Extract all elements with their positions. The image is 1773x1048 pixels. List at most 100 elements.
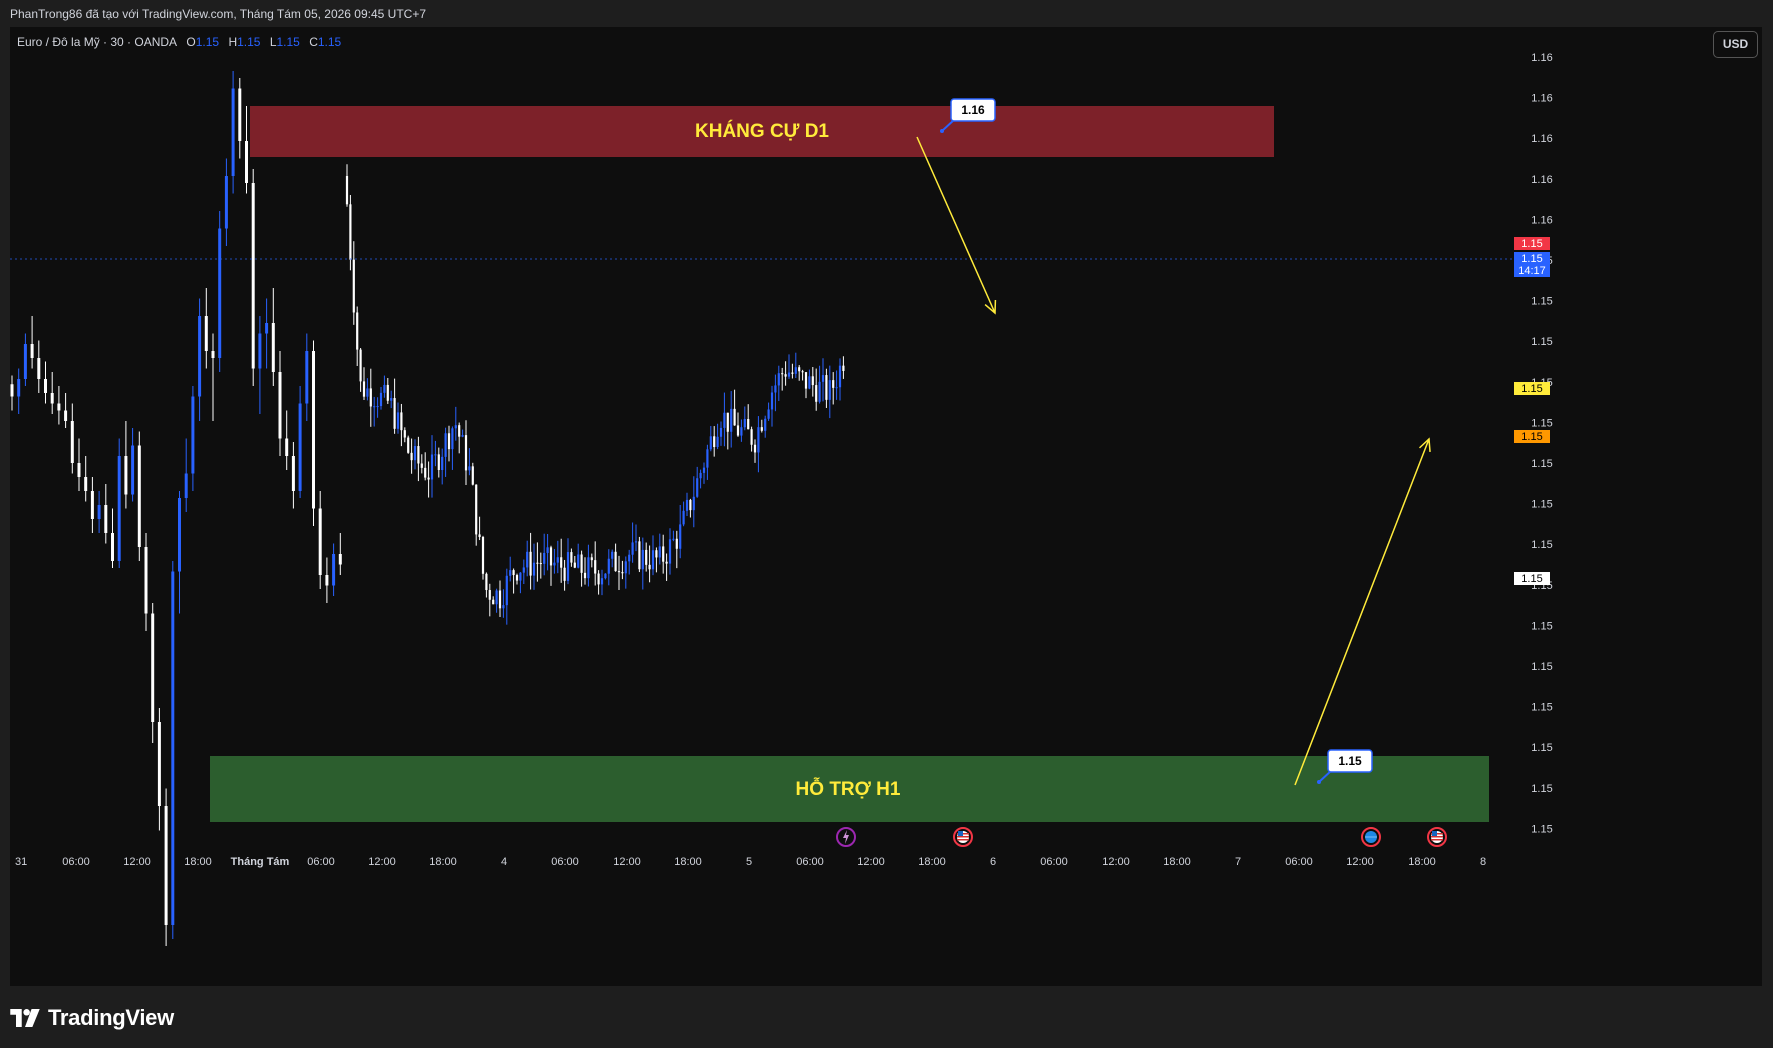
candle <box>396 402 400 434</box>
candle <box>815 368 818 411</box>
candle-body <box>17 379 21 397</box>
candle <box>631 522 634 563</box>
candle <box>478 516 481 541</box>
candle <box>164 788 168 946</box>
price-scale-label: 1.15 <box>1531 783 1552 795</box>
candle <box>376 397 379 418</box>
time-axis-label: 06:00 <box>307 856 335 868</box>
tradingview-logo[interactable]: TradingView <box>10 1003 174 1033</box>
candle <box>265 298 269 369</box>
candle-body <box>539 563 542 565</box>
candlestick-chart[interactable]: KHÁNG CỰ D1 HỖ TRỢ H1 1.16 1.15 1.16 1.16 1.… <box>10 27 1762 986</box>
candle-body <box>424 467 427 478</box>
flag-canton <box>958 831 963 836</box>
candle <box>111 508 114 568</box>
candle-body <box>838 365 842 388</box>
candle-body <box>137 445 141 547</box>
candle-body <box>245 141 248 183</box>
candle <box>204 288 208 369</box>
candle-body <box>828 380 831 400</box>
candle <box>770 385 774 427</box>
candle-body <box>23 344 27 379</box>
time-axis-label: 06:00 <box>62 856 90 868</box>
callout-text: 1.16 <box>961 103 985 117</box>
candle-body <box>224 176 228 229</box>
time-axis-label: 18:00 <box>1163 856 1191 868</box>
candle <box>689 498 692 518</box>
candle <box>325 557 329 603</box>
time-axis-label: 12:00 <box>123 856 151 868</box>
candle <box>821 358 825 402</box>
candle <box>828 365 831 419</box>
candle <box>747 404 750 430</box>
candle <box>464 420 468 486</box>
candle-body <box>373 406 376 408</box>
candle-body <box>842 365 845 371</box>
low-label: L <box>269 35 277 49</box>
candle-body <box>157 722 161 806</box>
candle-body <box>413 446 417 461</box>
candle <box>124 421 128 509</box>
candle-body <box>815 385 818 402</box>
candle-body <box>410 452 413 461</box>
candle <box>502 589 505 618</box>
candle <box>587 544 590 587</box>
candle <box>723 392 726 447</box>
candle <box>781 367 784 391</box>
candle-body <box>251 183 255 369</box>
candle <box>498 580 502 618</box>
candle-body <box>44 379 47 393</box>
candle-body <box>784 374 787 377</box>
candle-body <box>318 508 322 575</box>
candle <box>30 316 34 369</box>
candle <box>753 439 757 463</box>
candle <box>709 425 712 452</box>
candle <box>400 403 403 447</box>
candle-body <box>573 562 576 568</box>
candle-body <box>624 561 627 574</box>
candle <box>791 363 794 379</box>
candle <box>628 549 631 575</box>
candle-body <box>662 546 665 562</box>
candle <box>764 415 767 438</box>
close-label: C <box>309 35 318 49</box>
candle <box>444 427 447 477</box>
candle <box>481 535 485 580</box>
time-axis-label: 8 <box>1480 856 1486 868</box>
candle-body <box>369 388 372 407</box>
candle <box>580 550 583 587</box>
candle <box>726 412 729 450</box>
time-axis-label: Tháng Tám <box>231 856 290 868</box>
time-axis-label: 18:00 <box>429 856 457 868</box>
currency-button[interactable]: USD <box>1713 31 1758 58</box>
candle-body <box>767 409 770 419</box>
chart-credit: PhanTrong86 đã tạo với TradingView.com, … <box>10 7 427 21</box>
candle <box>251 169 255 386</box>
candle-body <box>471 466 474 485</box>
candle-body <box>556 557 559 563</box>
candle <box>318 491 322 589</box>
candle-body <box>750 429 753 445</box>
candle-body <box>515 575 519 581</box>
open-value: 1.15 <box>195 35 220 49</box>
chart-panel[interactable]: KHÁNG CỰ D1 HỖ TRỢ H1 1.16 1.15 1.16 1.16 1.… <box>10 27 1762 986</box>
candle-body <box>366 388 369 397</box>
candle-body <box>621 572 624 574</box>
candle-body <box>617 571 621 573</box>
candle-body <box>485 573 488 591</box>
candle-body <box>151 613 155 722</box>
candle-body <box>543 552 546 564</box>
candle-body <box>468 466 471 471</box>
candle <box>23 333 27 386</box>
candle-body <box>600 578 604 585</box>
candle <box>117 438 121 568</box>
price-tag-text: 1.15 <box>1521 238 1542 250</box>
candle-body <box>451 428 454 450</box>
candle <box>393 378 396 434</box>
close-value: 1.15 <box>317 35 342 49</box>
candle <box>427 461 430 498</box>
price-scale-label: 1.15 <box>1531 661 1552 673</box>
candle <box>532 543 536 590</box>
candle-body <box>50 393 54 404</box>
callout-anchor <box>940 129 944 133</box>
